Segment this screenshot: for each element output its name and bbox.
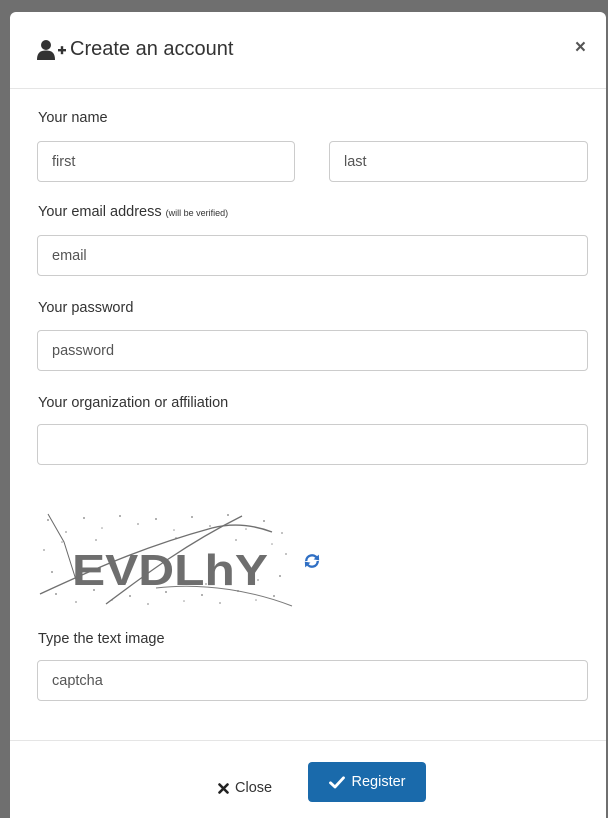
email-label: Your email address (will be verified) (38, 204, 228, 220)
captcha-text: EVDLhY (72, 546, 268, 595)
organization-input[interactable] (37, 424, 588, 465)
captcha-image: EVDLhY (39, 513, 293, 607)
dialog-title: Create an account (70, 38, 234, 60)
email-verify-note: (will be verified) (165, 208, 229, 218)
register-button-label: Register (351, 774, 406, 790)
user-plus-icon (37, 40, 66, 60)
last-name-input[interactable] (329, 141, 588, 182)
captcha-input[interactable] (37, 660, 588, 701)
times-icon (218, 782, 229, 794)
dialog-header: Create an account × (10, 12, 606, 89)
captcha-label: Type the text image (38, 631, 165, 647)
email-label-text: Your email address (38, 204, 162, 220)
create-account-dialog: Create an account × Your name Your email… (10, 12, 606, 818)
name-label: Your name (38, 110, 108, 126)
organization-label: Your organization or affiliation (38, 395, 229, 411)
check-icon (328, 775, 345, 788)
first-name-input[interactable] (37, 141, 295, 182)
refresh-icon[interactable] (303, 552, 321, 570)
close-button[interactable]: Close (218, 771, 272, 805)
password-input[interactable] (37, 330, 588, 371)
email-input[interactable] (37, 235, 588, 276)
close-button-label: Close (235, 780, 273, 796)
register-button[interactable]: Register (308, 762, 426, 802)
dialog-footer: Close Register (10, 740, 606, 818)
close-icon[interactable]: × (575, 37, 586, 59)
password-label: Your password (38, 300, 134, 316)
